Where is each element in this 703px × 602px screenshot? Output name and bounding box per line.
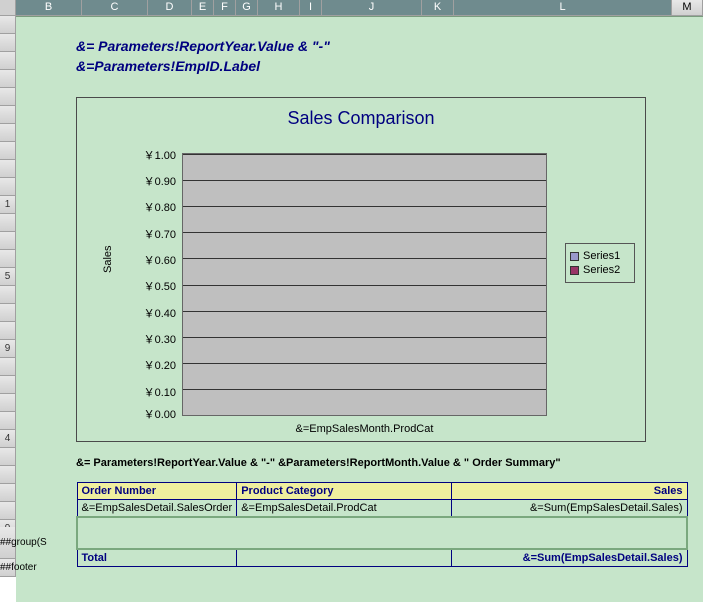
- col-D[interactable]: D: [148, 0, 192, 15]
- col-sales[interactable]: Sales: [452, 483, 687, 500]
- cell-order[interactable]: &=EmpSalesDetail.SalesOrder: [77, 500, 237, 518]
- chart-legend[interactable]: Series1 Series2: [565, 243, 635, 283]
- row-head[interactable]: 4: [0, 430, 16, 448]
- report-title: &= Parameters!ReportYear.Value & "-" &=P…: [76, 37, 330, 76]
- col-B[interactable]: B: [16, 0, 82, 15]
- col-product-category[interactable]: Product Category: [237, 483, 452, 500]
- column-headers[interactable]: B C D E F G H I J K L M: [0, 0, 703, 16]
- title-line2: &=Parameters!EmpID.Label: [76, 57, 330, 77]
- legend-item-series1[interactable]: Series1: [570, 250, 630, 262]
- row-head[interactable]: 5: [0, 268, 16, 286]
- col-M[interactable]: M: [672, 0, 703, 15]
- legend-swatch-icon: [570, 252, 579, 261]
- y-axis-label: Sales: [102, 245, 114, 273]
- col-C[interactable]: C: [82, 0, 148, 15]
- legend-swatch-icon: [570, 266, 579, 275]
- legend-label: Series2: [583, 264, 620, 276]
- chart-plot-area[interactable]: [182, 153, 547, 416]
- col-G[interactable]: G: [236, 0, 258, 15]
- table-row[interactable]: &=EmpSalesDetail.SalesOrder &=EmpSalesDe…: [77, 500, 687, 518]
- col-E[interactable]: E: [192, 0, 214, 15]
- row-group-label: ##group(S: [0, 527, 16, 559]
- cell-prodcat[interactable]: &=EmpSalesDetail.ProdCat: [237, 500, 452, 518]
- col-I[interactable]: I: [300, 0, 322, 15]
- cell-sales[interactable]: &=Sum(EmpSalesDetail.Sales): [452, 500, 687, 518]
- x-axis-label: &=EmpSalesMonth.ProdCat: [182, 423, 547, 435]
- col-F[interactable]: F: [214, 0, 236, 15]
- spreadsheet-sheet[interactable]: &= Parameters!ReportYear.Value & "-" &=P…: [16, 16, 703, 602]
- row-head[interactable]: 9: [0, 340, 16, 358]
- col-K[interactable]: K: [422, 0, 454, 15]
- col-J[interactable]: J: [322, 0, 422, 15]
- col-order-number[interactable]: Order Number: [77, 483, 237, 500]
- col-H[interactable]: H: [258, 0, 300, 15]
- row-footer-label: ##footer: [0, 559, 16, 577]
- chart-title: Sales Comparison: [77, 108, 645, 129]
- group-row[interactable]: [77, 517, 687, 549]
- summary-table[interactable]: Order Number Product Category Sales &=Em…: [76, 482, 688, 567]
- cell-total-sales: &=Sum(EmpSalesDetail.Sales): [452, 549, 687, 567]
- title-line1: &= Parameters!ReportYear.Value & "-": [76, 37, 330, 57]
- cell-total-label: Total: [77, 549, 237, 567]
- chart-container[interactable]: Sales Comparison Sales ￥1.00 ￥0.90 ￥0.80…: [76, 97, 646, 442]
- row-headers[interactable]: 1 5 9 4 9: [0, 16, 16, 556]
- row-head[interactable]: 1: [0, 196, 16, 214]
- cell-total-mid: [237, 549, 452, 567]
- table-total-row: Total &=Sum(EmpSalesDetail.Sales): [77, 549, 687, 567]
- summary-heading: &= Parameters!ReportYear.Value & "-" &Pa…: [76, 457, 561, 469]
- legend-label: Series1: [583, 250, 620, 262]
- col-L[interactable]: L: [454, 0, 672, 15]
- table-header-row: Order Number Product Category Sales: [77, 483, 687, 500]
- legend-item-series2[interactable]: Series2: [570, 264, 630, 276]
